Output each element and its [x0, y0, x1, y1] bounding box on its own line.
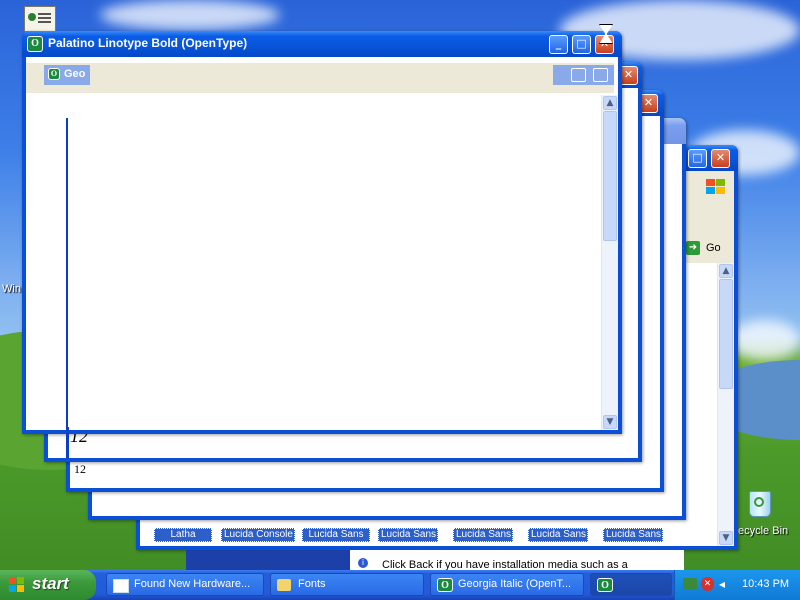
window-icon: [113, 579, 129, 593]
taskbar-item-fonts[interactable]: Fonts: [270, 573, 424, 596]
recycle-bin-icon[interactable]: [745, 485, 773, 517]
ghost-maximize-icon: [593, 68, 608, 82]
windows-logo-icon: [706, 179, 726, 195]
desktop-icon-label-left: Win: [2, 283, 21, 295]
task-label: Georgia Italic (OpenT...: [458, 578, 572, 590]
go-label: Go: [706, 242, 721, 254]
scroll-down-arrow[interactable]: ▼: [603, 415, 617, 429]
maximize-button[interactable]: □: [572, 35, 591, 54]
certificate-lines: [38, 13, 51, 15]
certificate-seal-icon: [28, 13, 36, 21]
scroll-thumb[interactable]: [603, 111, 617, 241]
opentype-font-icon: O: [597, 578, 613, 592]
sample-small-text: 12: [74, 462, 86, 476]
opentype-font-icon: O: [437, 578, 453, 592]
font-tile-latha[interactable]: Latha: [154, 528, 212, 542]
scroll-down-arrow[interactable]: ▼: [719, 531, 733, 545]
desktop: Win ecycle Bin □ ✕ ➜ Go ▲ ▼ Latha Lucida…: [0, 0, 800, 600]
maximize-button[interactable]: □: [688, 149, 707, 168]
volume-icon[interactable]: ◂: [719, 577, 733, 591]
clock[interactable]: 10:43 PM: [742, 578, 789, 590]
ghost-window-bar: [26, 63, 614, 93]
font-tile-lucida-sans[interactable]: Lucida Sans: [302, 528, 370, 542]
opentype-font-icon: O: [27, 36, 43, 52]
scroll-thumb[interactable]: [719, 279, 733, 389]
explorer-scrollbar[interactable]: ▲ ▼: [717, 263, 734, 546]
ghost-title-fragment: O Geo: [44, 65, 90, 85]
scroll-up-arrow[interactable]: ▲: [603, 96, 617, 110]
font-tile-lucida-console[interactable]: Lucida Console: [221, 528, 295, 542]
dark-strip: [186, 550, 350, 570]
opentype-font-icon: O: [48, 68, 60, 80]
taskbar: start Found New Hardware... Fonts O Geor…: [0, 570, 800, 600]
task-label: Fonts: [298, 578, 326, 590]
ghost-buttons: [553, 65, 614, 85]
cloud: [100, 0, 280, 30]
recycle-bin-label[interactable]: ecycle Bin: [738, 525, 788, 537]
network-icon[interactable]: [683, 578, 697, 590]
palatino-scrollbar[interactable]: ▲ ▼: [601, 95, 618, 430]
font-tile-lucida-sans[interactable]: Lucida Sans: [378, 528, 438, 542]
taskbar-item-georgia-italic[interactable]: O Georgia Italic (OpenT...: [430, 573, 584, 596]
close-button[interactable]: ✕: [711, 149, 730, 168]
font-tile-lucida-sans[interactable]: Lucida Sans: [453, 528, 513, 542]
windows-flag-icon: [9, 577, 25, 593]
window-title: Palatino Linotype Bold (OpenType): [48, 36, 248, 50]
start-button[interactable]: start: [0, 570, 96, 600]
scroll-up-arrow[interactable]: ▲: [719, 264, 733, 278]
folder-icon: [277, 579, 291, 591]
go-arrow-icon: ➜: [686, 241, 700, 255]
taskbar-item-palatino[interactable]: O: [590, 573, 672, 596]
ghost-minimize-icon: [571, 68, 586, 82]
security-alert-icon[interactable]: ✕: [701, 577, 714, 591]
hardware-wizard-strip: i Click Back if you have installation me…: [350, 550, 684, 571]
font-tile-lucida-sans[interactable]: Lucida Sans: [603, 528, 663, 542]
system-tray: ✕ ◂ 10:43 PM: [674, 570, 800, 600]
palatino-client: O Geo ▲ ▼: [26, 57, 618, 458]
cloud: [730, 320, 800, 360]
ghost-title: Geo: [64, 68, 86, 80]
minimize-button[interactable]: _: [549, 35, 568, 54]
info-icon: i: [358, 558, 368, 568]
palatino-titlebar[interactable]: O Palatino Linotype Bold (OpenType): [22, 31, 622, 57]
font-tile-lucida-sans[interactable]: Lucida Sans: [528, 528, 588, 542]
go-button[interactable]: ➜ Go: [686, 239, 730, 259]
recycle-symbol: [754, 497, 764, 507]
font-window-palatino[interactable]: O Palatino Linotype Bold (OpenType) _ □ …: [22, 31, 622, 458]
taskbar-item-found-new-hardware[interactable]: Found New Hardware...: [106, 573, 264, 596]
start-label: start: [32, 574, 69, 593]
preview-area: [68, 95, 598, 427]
task-label: Found New Hardware...: [134, 578, 251, 590]
desktop-icon-certificate[interactable]: [24, 6, 56, 32]
